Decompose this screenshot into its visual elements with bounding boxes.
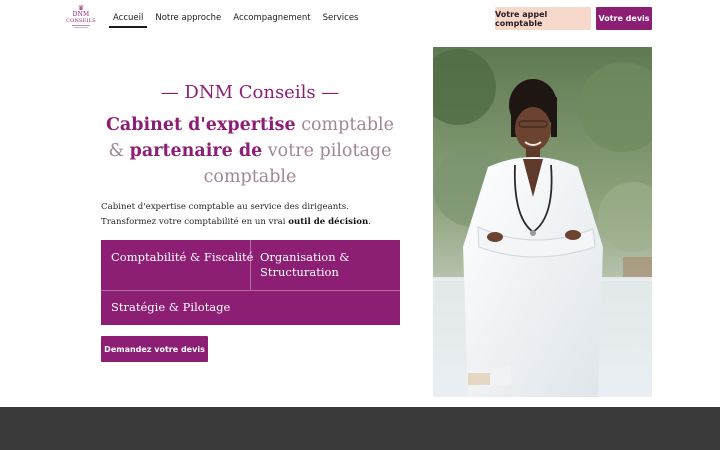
logo-divider-small	[74, 27, 88, 28]
grid-divider-vertical	[250, 240, 251, 290]
logo-divider	[72, 25, 90, 26]
service-organisation[interactable]: Organisation & Structuration	[260, 250, 390, 280]
service-comptabilite[interactable]: Comptabilité & Fiscalité	[111, 250, 253, 265]
quote-button[interactable]: Votre devis	[596, 7, 652, 30]
footer-band	[0, 407, 720, 450]
logo[interactable]: ♛ DNM CONSEILS	[66, 5, 96, 35]
main-nav: Accueil Notre approche Accompagnement Se…	[108, 13, 370, 28]
headline-part3: partenaire de	[129, 141, 263, 161]
brand-title: — DNM Conseils —	[160, 82, 340, 103]
headline-part1: Cabinet d'expertise	[106, 115, 296, 135]
grid-divider-horizontal	[101, 290, 400, 291]
intro-end: .	[368, 217, 371, 227]
intro-text: Cabinet d'expertise comptable au service…	[101, 200, 401, 230]
intro-emphasis: outil de décision	[288, 217, 369, 227]
services-grid: Comptabilité & Fiscalité Organisation & …	[101, 240, 400, 325]
nav-item-notre-approche[interactable]: Notre approche	[155, 13, 221, 23]
nav-item-accompagnement[interactable]: Accompagnement	[233, 13, 310, 23]
service-strategie[interactable]: Stratégie & Pilotage	[111, 300, 230, 315]
hero-photo	[433, 47, 652, 397]
logo-line2: CONSEILS	[66, 18, 96, 24]
nav-item-services[interactable]: Services	[323, 13, 359, 23]
request-quote-button[interactable]: Demandez votre devis	[101, 336, 208, 362]
call-button[interactable]: Votre appel comptable	[495, 7, 591, 30]
nav-item-accueil[interactable]: Accueil	[108, 13, 148, 28]
hero-headline: Cabinet d'expertise comptable & partenai…	[104, 112, 396, 190]
